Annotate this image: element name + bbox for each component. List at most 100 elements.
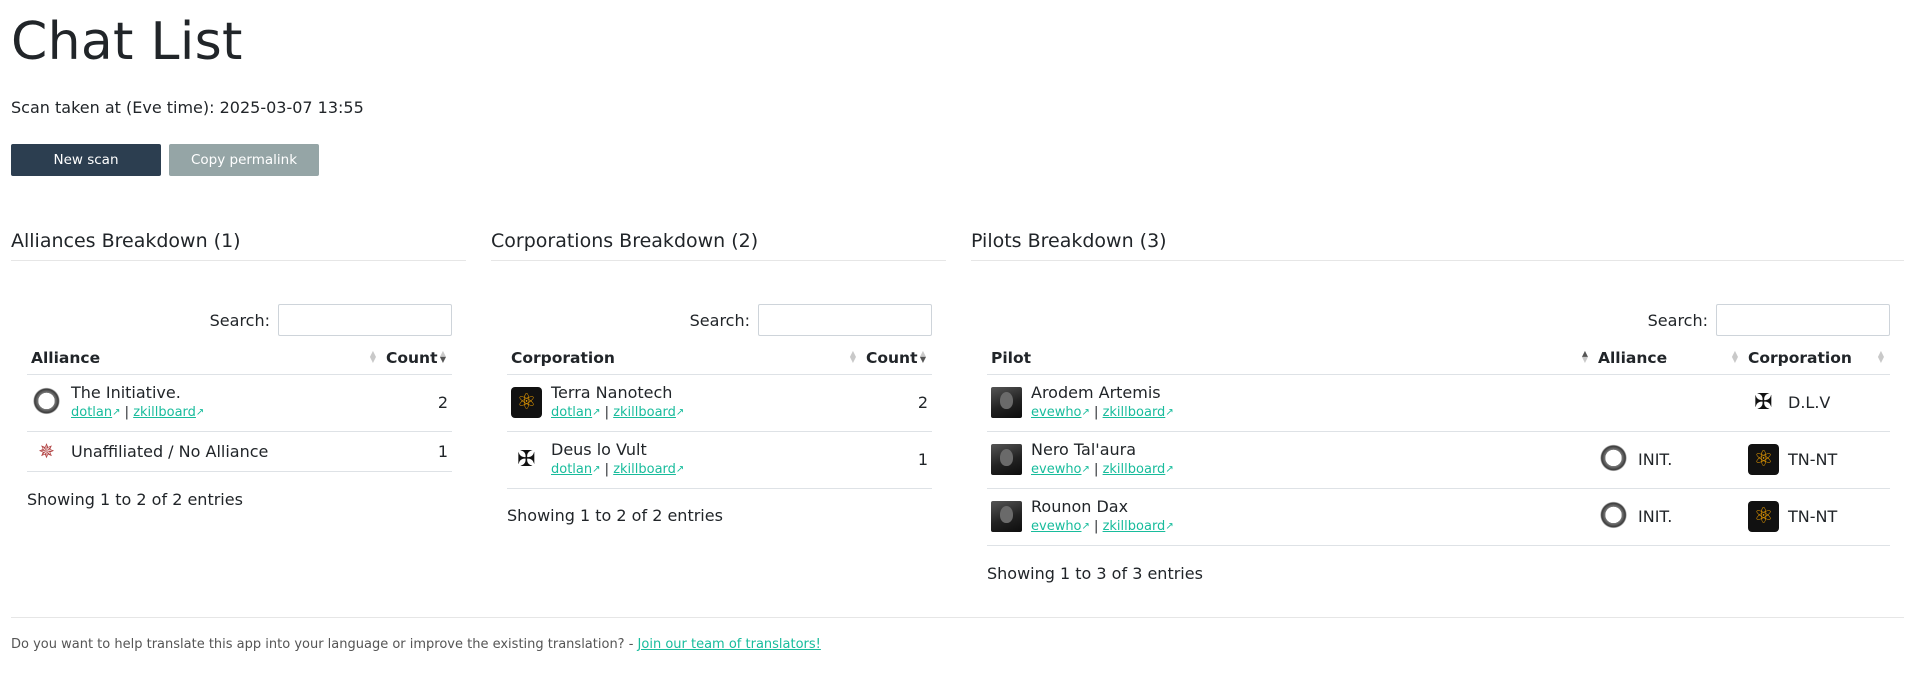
table-row: ⚛ Terra Nanotech dotlan↗ | zkillboard↗ 2 [507, 374, 932, 432]
sort-asc-icon: ▲ ▼ [1581, 349, 1588, 364]
table-info: Showing 1 to 3 of 3 entries [987, 564, 1203, 583]
pilots-table: Pilot ▲ ▼ Alliance ▲ ▼ Corporation ▲ ▼ A… [987, 343, 1890, 546]
corporation-name: Terra Nanotech [551, 383, 673, 402]
alliances-heading: Alliances Breakdown (1) [11, 230, 466, 261]
table-row: ✵ Unaffiliated / No Alliance 1 [27, 431, 452, 472]
entity-links: evewho↗ | zkillboard↗ [1031, 519, 1174, 534]
external-link-icon: ↗ [1081, 464, 1090, 475]
pilots-search: Search: [1648, 304, 1890, 336]
atom-logo-icon: ⚛ [1748, 444, 1779, 475]
sort-icon: ▲ ▼ [849, 349, 856, 364]
new-scan-button[interactable]: New scan [11, 144, 161, 176]
column-header-alliance[interactable]: Alliance ▲ ▼ [27, 343, 382, 375]
dotlan-link[interactable]: dotlan [71, 405, 112, 420]
copy-permalink-button[interactable]: Copy permalink [169, 144, 319, 176]
table-row: Rounon Dax evewho↗ | zkillboard↗ INIT. ⚛… [987, 488, 1890, 546]
external-link-icon: ↗ [592, 407, 601, 418]
dotlan-link[interactable]: dotlan [551, 405, 592, 420]
pilots-panel: Pilots Breakdown (3) Search: Pilot ▲ ▼ Al… [971, 230, 1904, 583]
alliances-panel: Alliances Breakdown (1) Search: Alliance… [11, 230, 466, 509]
initiative-logo-icon [31, 387, 62, 418]
alliance-ticker: INIT. [1638, 507, 1673, 526]
external-link-icon: ↗ [592, 464, 601, 475]
sort-icon: ▲ ▼ [369, 349, 376, 364]
pilot-corporation-cell: ⚛ TN-NT [1744, 431, 1890, 489]
pilot-portrait [991, 501, 1022, 532]
entity-links: dotlan↗ | zkillboard↗ [71, 405, 205, 420]
zkillboard-link[interactable]: zkillboard [613, 405, 676, 420]
dotlan-link[interactable]: dotlan [551, 462, 592, 477]
entity-links: evewho↗ | zkillboard↗ [1031, 405, 1174, 420]
corporations-heading: Corporations Breakdown (2) [491, 230, 946, 261]
external-link-icon: ↗ [1165, 521, 1174, 532]
pilot-portrait [991, 387, 1022, 418]
pilots-heading: Pilots Breakdown (3) [971, 230, 1904, 261]
external-link-icon: ↗ [1165, 464, 1174, 475]
evewho-link[interactable]: evewho [1031, 519, 1082, 534]
zkillboard-link[interactable]: zkillboard [613, 462, 676, 477]
zkillboard-link[interactable]: zkillboard [1103, 405, 1166, 420]
pilot-portrait [991, 444, 1022, 475]
pilot-corporation-cell: ✠ D.L.V [1744, 374, 1890, 432]
corporations-panel: Corporations Breakdown (2) Search: Corpo… [491, 230, 946, 525]
table-row: The Initiative. dotlan↗ | zkillboard↗ 2 [27, 374, 452, 432]
initiative-logo-icon [1598, 501, 1629, 532]
pilots-search-input[interactable] [1716, 304, 1890, 336]
column-header-corporation[interactable]: Corporation ▲ ▼ [1744, 343, 1890, 375]
scan-timestamp: Scan taken at (Eve time): 2025-03-07 13:… [11, 98, 364, 117]
external-link-icon: ↗ [675, 407, 685, 418]
corporations-search: Search: [690, 304, 932, 336]
translators-link[interactable]: Join our team of translators! [638, 637, 821, 652]
table-header-row: Alliance ▲ ▼ Count ▲ ▼ [27, 343, 452, 375]
zkillboard-link[interactable]: zkillboard [1103, 462, 1166, 477]
count-cell: 2 [862, 374, 932, 432]
external-link-icon: ↗ [112, 407, 121, 418]
table-row: Arodem Artemis evewho↗ | zkillboard↗ ✠ D… [987, 374, 1890, 432]
zkillboard-link[interactable]: zkillboard [133, 405, 196, 420]
evewho-link[interactable]: evewho [1031, 405, 1082, 420]
sort-icon: ▲ ▼ [1731, 349, 1738, 364]
table-row: Nero Tal'aura evewho↗ | zkillboard↗ INIT… [987, 431, 1890, 489]
sort-icon: ▲ ▼ [1877, 349, 1884, 364]
sort-desc-icon: ▲ ▼ [919, 349, 926, 364]
sort-desc-icon: ▲ ▼ [439, 349, 446, 364]
external-link-icon: ↗ [675, 464, 685, 475]
count-cell: 1 [382, 431, 452, 472]
corporation-ticker: TN-NT [1788, 507, 1838, 526]
footer: Do you want to help translate this app i… [11, 637, 821, 652]
atom-logo-icon: ⚛ [511, 387, 542, 418]
column-header-pilot[interactable]: Pilot ▲ ▼ [987, 343, 1594, 375]
column-header-count[interactable]: Count ▲ ▼ [862, 343, 932, 375]
alliances-search: Search: [210, 304, 452, 336]
action-buttons: New scan Copy permalink [11, 144, 319, 176]
pilot-name: Nero Tal'aura [1031, 440, 1137, 459]
column-header-alliance[interactable]: Alliance ▲ ▼ [1594, 343, 1744, 375]
corporation-ticker: D.L.V [1788, 393, 1831, 412]
entity-links: evewho↗ | zkillboard↗ [1031, 462, 1174, 477]
search-label: Search: [1647, 310, 1708, 330]
cross-logo-icon: ✠ [511, 444, 542, 475]
alliance-name: Unaffiliated / No Alliance [71, 441, 269, 461]
column-header-count[interactable]: Count ▲ ▼ [382, 343, 452, 375]
corporations-search-input[interactable] [758, 304, 932, 336]
entity-links: dotlan↗ | zkillboard↗ [551, 462, 685, 477]
search-label: Search: [689, 310, 750, 330]
cross-logo-icon: ✠ [1748, 387, 1779, 418]
page-title: Chat List [11, 12, 243, 72]
alliances-search-input[interactable] [278, 304, 452, 336]
count-cell: 2 [382, 374, 452, 432]
page: Chat List Scan taken at (Eve time): 2025… [0, 0, 1915, 673]
search-label: Search: [209, 310, 270, 330]
evewho-link[interactable]: evewho [1031, 462, 1082, 477]
column-header-corporation[interactable]: Corporation ▲ ▼ [507, 343, 862, 375]
pilot-corporation-cell: ⚛ TN-NT [1744, 488, 1890, 546]
atom-logo-icon: ⚛ [1748, 501, 1779, 532]
zkillboard-link[interactable]: zkillboard [1103, 519, 1166, 534]
external-link-icon: ↗ [1081, 521, 1090, 532]
corporation-ticker: TN-NT [1788, 450, 1838, 469]
alliance-ticker: INIT. [1638, 450, 1673, 469]
table-info: Showing 1 to 2 of 2 entries [507, 506, 723, 525]
initiative-logo-icon [1598, 444, 1629, 475]
external-link-icon: ↗ [1081, 407, 1090, 418]
table-row: ✠ Deus lo Vult dotlan↗ | zkillboard↗ 1 [507, 431, 932, 489]
